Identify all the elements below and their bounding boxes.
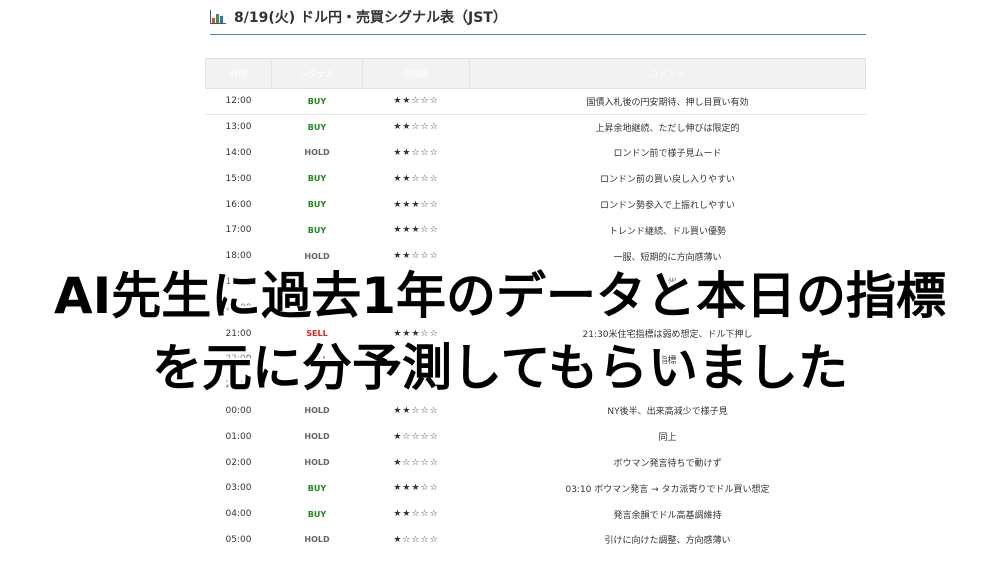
confidence-cell: ★★☆☆☆ xyxy=(393,122,439,133)
time-cell: 16:00 xyxy=(225,199,252,210)
confidence-cell: ★★☆☆☆ xyxy=(393,405,439,416)
time-cell: 03:00 xyxy=(225,483,252,494)
confidence-cell: ★☆☆☆☆ xyxy=(393,431,439,442)
signal-cell: BUY xyxy=(307,483,327,493)
time-cell: 04:00 xyxy=(225,509,252,520)
comment-cell: 発言余韻でドル高基調維持 xyxy=(613,510,722,521)
time-cell: 02:00 xyxy=(225,457,252,468)
signal-cell: HOLD xyxy=(304,432,330,442)
bar-chart-icon xyxy=(210,10,226,24)
time-cell: 12:00 xyxy=(205,88,272,115)
table-row: 14:00 HOLD ★★☆☆☆ ロンドン前で様子見ムード xyxy=(206,140,866,166)
signal-cell: HOLD xyxy=(304,148,330,158)
page-title: 8/19(火) ドル円・売買シグナル表（JST） xyxy=(234,10,507,26)
column-header-signal: シグナル xyxy=(271,58,363,89)
confidence-cell: ★★★☆☆ xyxy=(393,483,439,494)
signal-cell: BUY xyxy=(307,509,327,519)
signal-cell: BUY xyxy=(307,174,327,184)
comment-cell: 同上 xyxy=(658,433,677,444)
confidence-cell: ★★★☆☆ xyxy=(393,225,439,236)
table-row: 05:00 HOLD ★☆☆☆☆ 引けに向けた調整、方向感薄い xyxy=(206,527,866,553)
table-row: 15:00 BUY ★★☆☆☆ ロンドン前の買い戻し入りやすい xyxy=(206,166,866,192)
confidence-cell: ★★★☆☆ xyxy=(393,199,439,210)
comment-cell: ボウマン発言待ちで動けず xyxy=(613,459,722,470)
time-cell: 14:00 xyxy=(225,147,252,158)
column-header-comment: コメント xyxy=(469,58,866,89)
table-row: 04:00 BUY ★★☆☆☆ 発言余韻でドル高基調維持 xyxy=(206,501,866,527)
signal-cell: HOLD xyxy=(304,458,330,468)
time-cell: 13:00 xyxy=(225,122,252,133)
confidence-cell: ★☆☆☆☆ xyxy=(393,457,439,468)
signal-cell: BUY xyxy=(307,200,327,210)
comment-cell: ロンドン前の買い戻し入りやすい xyxy=(599,175,735,186)
overlay-caption-line1: AI先生に過去1年のデータと本日の指標 xyxy=(53,267,947,325)
overlay-caption-line2: を元に分予測してもらいました xyxy=(152,339,848,397)
table-row: 02:00 HOLD ★☆☆☆☆ ボウマン発言待ちで動けず xyxy=(206,450,866,476)
comment-cell: ロンドン前で様子見ムード xyxy=(613,149,722,160)
comment-cell: 上昇余地継続、ただし伸びは限定的 xyxy=(595,123,740,134)
time-cell: 00:00 xyxy=(225,405,252,416)
time-cell: 01:00 xyxy=(225,431,252,442)
confidence-cell: ★★☆☆☆ xyxy=(362,88,470,115)
comment-cell: トレンド継続、ドル買い優勢 xyxy=(608,226,726,237)
time-cell: 15:00 xyxy=(225,173,252,184)
comment-cell: NY後半、出来高減少で様子見 xyxy=(607,407,728,418)
table-row: 12:00 BUY ★★☆☆☆ 国債入札後の円安期待、押し目買い有効 xyxy=(205,88,866,115)
time-cell: 05:00 xyxy=(225,534,252,545)
column-header-time: 時間 xyxy=(205,58,272,89)
signal-cell: BUY xyxy=(271,88,363,115)
time-cell: 17:00 xyxy=(225,225,252,236)
table-row: 01:00 HOLD ★☆☆☆☆ 同上 xyxy=(206,424,866,450)
table-row: 17:00 BUY ★★★☆☆ トレンド継続、ドル買い優勢 xyxy=(206,217,866,243)
signal-cell: HOLD xyxy=(304,535,330,545)
table-row: 16:00 BUY ★★★☆☆ ロンドン勢参入で上振れしやすい xyxy=(206,192,866,218)
column-header-confidence: 信頼度 xyxy=(362,58,470,89)
comment-cell: ロンドン勢参入で上振れしやすい xyxy=(600,201,735,212)
confidence-cell: ★★☆☆☆ xyxy=(393,509,439,520)
signal-cell: HOLD xyxy=(304,406,330,416)
comment-cell: 03:10 ボウマン発言 → タカ派寄りでドル買い想定 xyxy=(565,484,770,495)
confidence-cell: ★★☆☆☆ xyxy=(393,173,439,184)
comment-cell: 引けに向けた調整、方向感薄い xyxy=(604,536,731,547)
confidence-cell: ★★☆☆☆ xyxy=(393,147,439,158)
table-header-row: 時間 シグナル 信頼度 コメント xyxy=(205,58,866,89)
signal-cell: BUY xyxy=(307,225,327,235)
table-row: 03:00 BUY ★★★☆☆ 03:10 ボウマン発言 → タカ派寄りでドル買い想定 xyxy=(206,475,866,501)
table-row: 00:00 HOLD ★★☆☆☆ NY後半、出来高減少で様子見 xyxy=(206,398,866,424)
table-row: 13:00 BUY ★★☆☆☆ 上昇余地継続、ただし伸びは限定的 xyxy=(206,114,866,140)
comment-cell: 国債入札後の円安期待、押し目買い有効 xyxy=(469,88,866,115)
confidence-cell: ★☆☆☆☆ xyxy=(393,534,439,545)
page-header: 8/19(火) ドル円・売買シグナル表（JST） xyxy=(210,0,866,35)
signal-cell: BUY xyxy=(307,122,327,132)
